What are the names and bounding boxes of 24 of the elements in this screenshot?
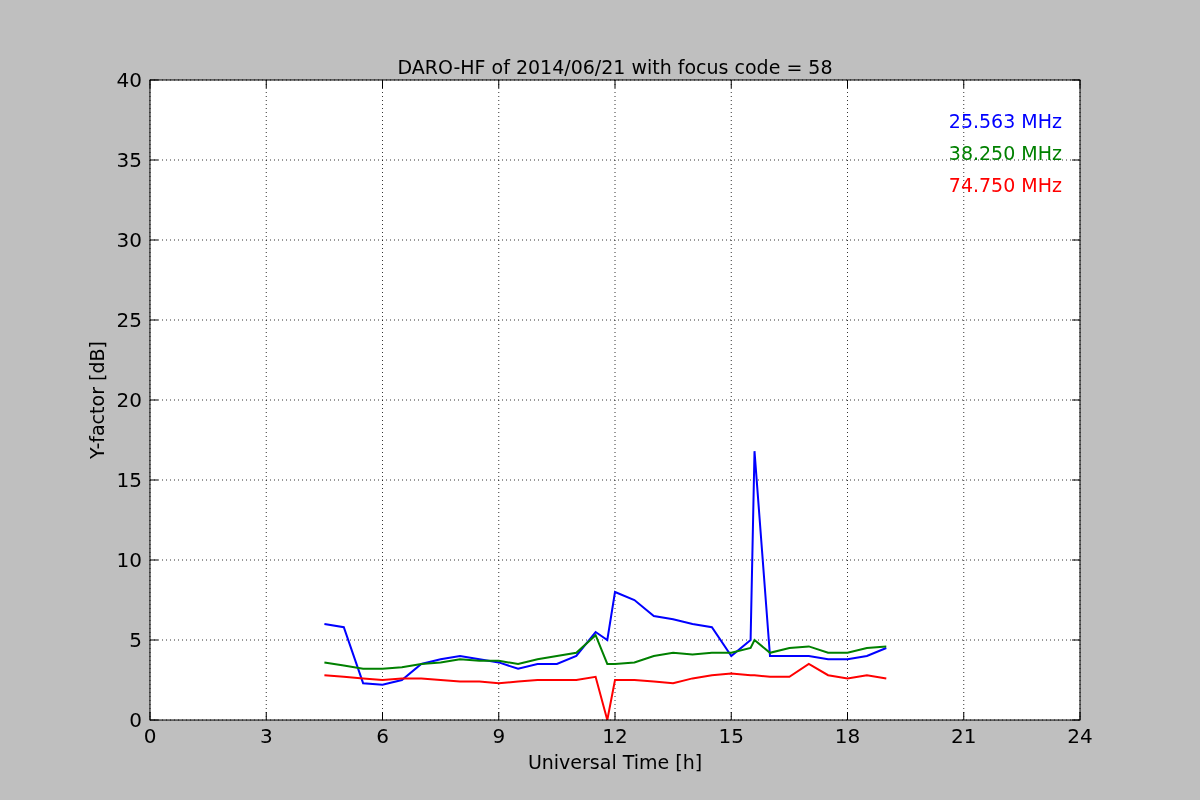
y-tick-label: 30 <box>116 228 142 252</box>
y-tick-label: 35 <box>116 148 142 172</box>
legend-entry: 38.250 MHz <box>948 142 1062 164</box>
y-tick-label: 40 <box>116 68 142 92</box>
x-tick-label: 12 <box>602 724 628 748</box>
y-tick-label: 25 <box>116 308 142 332</box>
x-tick-label: 9 <box>492 724 506 748</box>
x-tick-label: 0 <box>143 724 157 748</box>
y-tick-label: 10 <box>116 548 142 572</box>
x-tick-label: 24 <box>1067 724 1093 748</box>
x-tick-label: 21 <box>951 724 977 748</box>
chart-title: DARO-HF of 2014/06/21 with focus code = 58 <box>397 56 833 78</box>
y-tick-label: 5 <box>129 628 142 652</box>
x-axis-label: Universal Time [h] <box>527 751 703 773</box>
y-tick-label: 0 <box>129 708 142 732</box>
x-tick-label: 18 <box>834 724 861 748</box>
y-tick-label: 20 <box>116 388 142 412</box>
legend-entry: 25.563 MHz <box>948 110 1062 132</box>
legend-entry: 74.750 MHz <box>948 174 1062 196</box>
x-tick-label: 15 <box>718 724 744 748</box>
y-tick-label: 15 <box>116 468 142 492</box>
x-tick-label: 3 <box>259 724 273 748</box>
y-axis-label: Y-factor [dB] <box>86 341 108 459</box>
x-tick-label: 6 <box>376 724 389 748</box>
